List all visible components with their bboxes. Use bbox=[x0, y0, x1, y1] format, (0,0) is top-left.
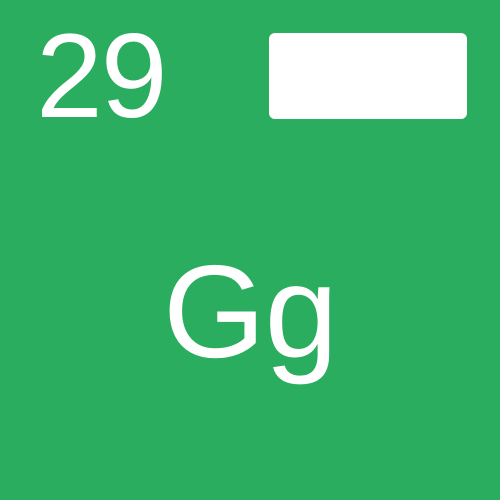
card-number: 29 bbox=[36, 9, 167, 143]
card-letters: Gg bbox=[162, 238, 338, 385]
blank-label-box bbox=[269, 33, 467, 119]
flash-card: 29 Gg bbox=[0, 0, 500, 500]
